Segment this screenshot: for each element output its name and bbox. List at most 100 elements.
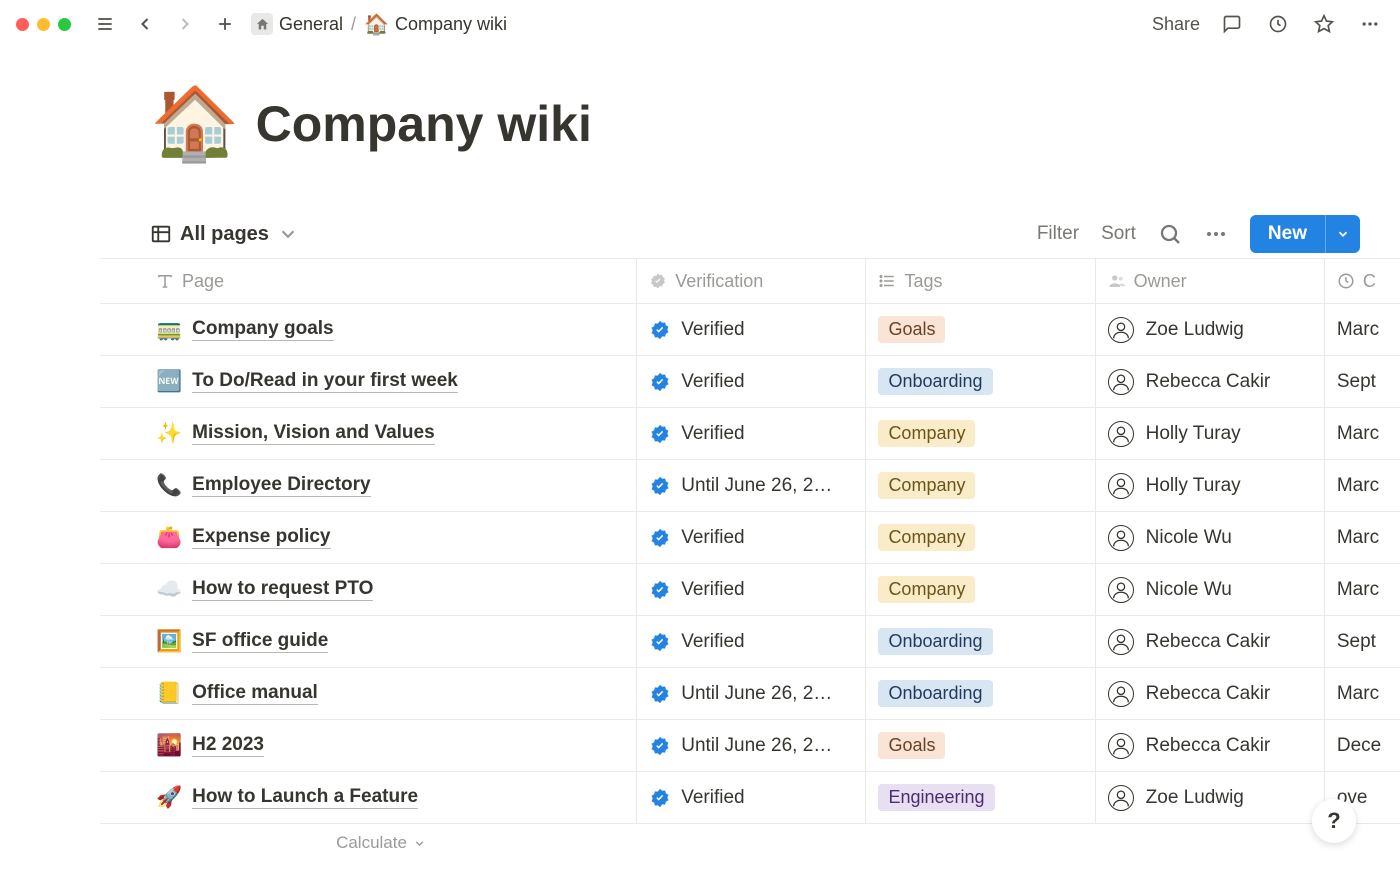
view-more-icon[interactable] [1204, 222, 1228, 246]
tag-pill[interactable]: Company [878, 472, 975, 499]
row-icon: 👛 [156, 526, 182, 550]
column-header-tags[interactable]: Tags [866, 259, 1095, 303]
breadcrumb-current-icon: 🏠 [364, 12, 389, 37]
help-button[interactable]: ? [1312, 799, 1356, 843]
page-title[interactable]: Company wiki [256, 95, 592, 153]
cell-page: 📞 Employee Directory [100, 460, 637, 511]
row-icon: 📒 [156, 682, 182, 706]
column-header-owner[interactable]: Owner [1096, 259, 1325, 303]
row-page-link[interactable]: Employee Directory [192, 474, 370, 497]
favorite-icon[interactable] [1310, 10, 1338, 38]
avatar [1108, 733, 1134, 759]
tag-pill[interactable]: Onboarding [878, 680, 992, 707]
cell-page: 🌇 H2 2023 [100, 720, 637, 771]
view-tab-all-pages[interactable]: All pages [150, 223, 299, 246]
cell-tags: Company [866, 512, 1095, 563]
close-window-button[interactable] [16, 18, 29, 31]
tag-pill[interactable]: Engineering [878, 784, 994, 811]
row-page-link[interactable]: Mission, Vision and Values [192, 422, 435, 445]
home-icon [251, 13, 273, 35]
verified-badge-icon [649, 683, 671, 705]
table-row[interactable]: ☁️ How to request PTO Verified Company N… [100, 564, 1400, 616]
row-page-link[interactable]: How to Launch a Feature [192, 786, 418, 809]
row-icon: 🚃 [156, 318, 182, 342]
owner-name: Rebecca Cakir [1146, 735, 1271, 757]
view-tab-label: All pages [180, 223, 269, 246]
table-row[interactable]: 👛 Expense policy Verified Company Nicole… [100, 512, 1400, 564]
new-button-main[interactable]: New [1250, 215, 1325, 253]
column-header-created-label: C [1363, 271, 1376, 292]
row-icon: 🚀 [156, 786, 182, 810]
column-header-page[interactable]: Page [100, 259, 637, 303]
more-icon[interactable] [1356, 10, 1384, 38]
cell-tags: Company [866, 564, 1095, 615]
table-row[interactable]: 🚀 How to Launch a Feature Verified Engin… [100, 772, 1400, 824]
cell-owner: Rebecca Cakir [1096, 720, 1325, 771]
table-row[interactable]: 🚃 Company goals Verified Goals Zoe Ludwi… [100, 304, 1400, 356]
table-row[interactable]: 🆕 To Do/Read in your first week Verified… [100, 356, 1400, 408]
owner-name: Holly Turay [1146, 475, 1241, 497]
breadcrumb-current[interactable]: 🏠 Company wiki [364, 12, 507, 37]
menu-icon[interactable] [91, 10, 119, 38]
avatar [1108, 681, 1134, 707]
verification-text: Until June 26, 2… [681, 683, 832, 705]
table-row[interactable]: 📞 Employee Directory Until June 26, 2… C… [100, 460, 1400, 512]
owner-name: Rebecca Cakir [1146, 631, 1271, 653]
maximize-window-button[interactable] [58, 18, 71, 31]
column-header-created[interactable]: C [1325, 259, 1400, 303]
row-page-link[interactable]: H2 2023 [192, 734, 264, 757]
cell-created: Dece [1325, 720, 1400, 771]
window-controls [16, 18, 71, 31]
column-header-owner-label: Owner [1134, 271, 1187, 292]
avatar [1108, 629, 1134, 655]
share-button[interactable]: Share [1152, 14, 1200, 35]
minimize-window-button[interactable] [37, 18, 50, 31]
comments-icon[interactable] [1218, 10, 1246, 38]
table-row[interactable]: 📒 Office manual Until June 26, 2… Onboar… [100, 668, 1400, 720]
cell-tags: Onboarding [866, 356, 1095, 407]
page-icon[interactable]: 🏠 [150, 88, 240, 160]
row-page-link[interactable]: How to request PTO [192, 578, 373, 601]
table-row[interactable]: 🌇 H2 2023 Until June 26, 2… Goals Rebecc… [100, 720, 1400, 772]
row-page-link[interactable]: Company goals [192, 318, 333, 341]
sort-button[interactable]: Sort [1101, 223, 1136, 245]
cell-page: 📒 Office manual [100, 668, 637, 719]
tag-pill[interactable]: Company [878, 576, 975, 603]
column-header-verification[interactable]: Verification [637, 259, 866, 303]
tag-pill[interactable]: Onboarding [878, 368, 992, 395]
verification-text: Verified [681, 319, 744, 341]
owner-name: Rebecca Cakir [1146, 371, 1271, 393]
verified-badge-icon [649, 631, 671, 653]
tag-pill[interactable]: Company [878, 420, 975, 447]
verified-badge-icon [649, 371, 671, 393]
row-icon: 🆕 [156, 370, 182, 394]
updates-icon[interactable] [1264, 10, 1292, 38]
filter-button[interactable]: Filter [1037, 223, 1079, 245]
forward-icon [171, 10, 199, 38]
row-page-link[interactable]: Expense policy [192, 526, 330, 549]
row-page-link[interactable]: Office manual [192, 682, 318, 705]
new-button-dropdown[interactable] [1325, 215, 1360, 253]
row-page-link[interactable]: SF office guide [192, 630, 328, 653]
cell-verification: Verified [637, 408, 866, 459]
table-row[interactable]: ✨ Mission, Vision and Values Verified Co… [100, 408, 1400, 460]
back-icon[interactable] [131, 10, 159, 38]
calculate-button[interactable]: Calculate [100, 824, 662, 862]
verification-text: Verified [681, 527, 744, 549]
database-table: Page Verification Tags Owner C 🚃 Company [100, 258, 1400, 824]
table-row[interactable]: 🖼️ SF office guide Verified Onboarding R… [100, 616, 1400, 668]
tag-pill[interactable]: Onboarding [878, 628, 992, 655]
new-tab-icon[interactable] [211, 10, 239, 38]
cell-created: Sept [1325, 356, 1400, 407]
owner-name: Rebecca Cakir [1146, 683, 1271, 705]
cell-owner: Rebecca Cakir [1096, 668, 1325, 719]
search-icon[interactable] [1158, 222, 1182, 246]
breadcrumb-parent[interactable]: General [251, 13, 343, 35]
avatar [1108, 369, 1134, 395]
row-page-link[interactable]: To Do/Read in your first week [192, 370, 458, 393]
tag-pill[interactable]: Company [878, 524, 975, 551]
cell-created: Marc [1325, 304, 1400, 355]
cell-created: Marc [1325, 564, 1400, 615]
tag-pill[interactable]: Goals [878, 316, 945, 343]
tag-pill[interactable]: Goals [878, 732, 945, 759]
